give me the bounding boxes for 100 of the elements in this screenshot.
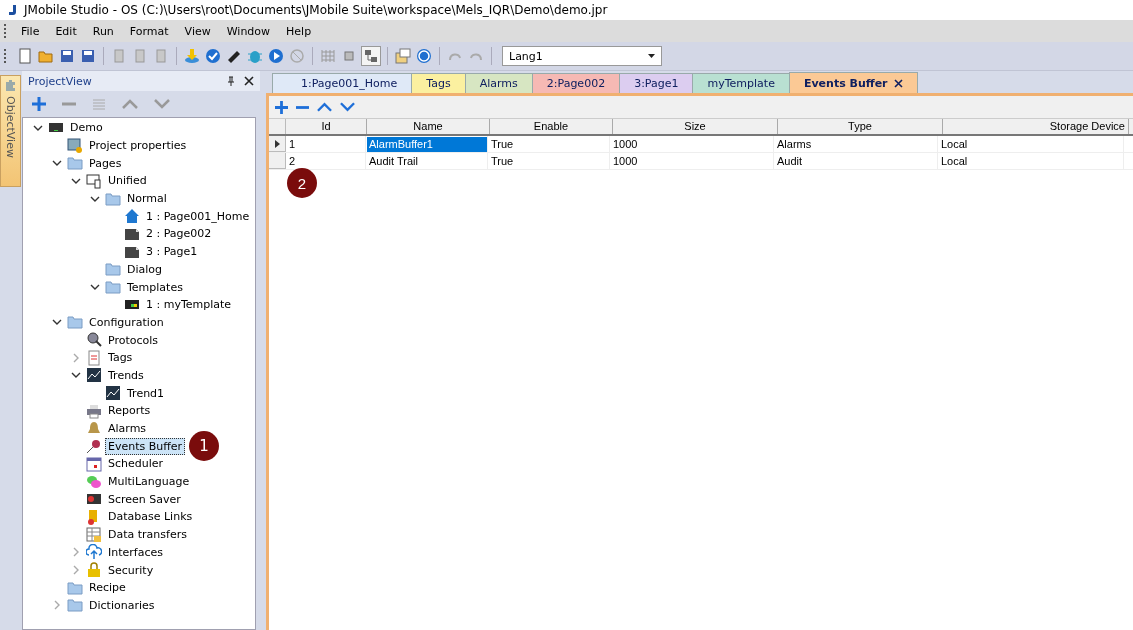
menu-item[interactable]: View — [176, 22, 219, 40]
add-icon[interactable] — [275, 100, 288, 114]
folder-icon — [67, 597, 83, 614]
tree-item[interactable]: Events Buffer — [105, 437, 186, 455]
tree-item[interactable]: Demo — [67, 119, 106, 137]
tree-item[interactable]: Interfaces — [105, 543, 166, 561]
tree-item[interactable]: Alarms — [105, 420, 150, 438]
tree-item[interactable]: Configuration — [86, 313, 167, 331]
tree-item[interactable]: Templates — [124, 278, 186, 296]
tree-item[interactable]: Trend1 — [124, 384, 168, 402]
tree-item[interactable]: 2 : Page002 — [143, 225, 215, 243]
window-title: JMobile Studio - OS (C:)\Users\root\Documents\JMobile Suite\workspace\Mels_IQR\Demo\demo.jpr — [24, 3, 608, 17]
callout-badge: 2 — [287, 168, 317, 198]
tree-item[interactable]: Protocols — [105, 331, 162, 349]
menu-item[interactable]: Help — [278, 22, 320, 40]
tree-item[interactable]: Security — [105, 561, 157, 579]
expand-icon[interactable] — [71, 565, 81, 576]
menu-item[interactable]: File — [13, 22, 48, 40]
table-cell-text: True — [490, 153, 515, 169]
close-icon[interactable] — [893, 78, 903, 88]
tree-item[interactable]: MultiLanguage — [105, 473, 193, 491]
tree-item[interactable]: Dictionaries — [86, 596, 158, 614]
folder-icon — [105, 190, 121, 207]
folder-icon — [105, 261, 121, 278]
move-up-icon[interactable] — [122, 99, 138, 109]
tree-item[interactable]: Pages — [86, 154, 125, 172]
table-cell-text: 1000 — [612, 153, 639, 169]
tree-item[interactable]: Normal — [124, 190, 170, 208]
column-header[interactable]: Size — [613, 119, 778, 134]
check-icon[interactable] — [204, 47, 222, 65]
tree-item[interactable]: 1 : Page001_Home — [143, 207, 253, 225]
editor-tab[interactable]: 3:Page1 — [619, 73, 694, 93]
table-cell-text: 1000 — [612, 136, 639, 152]
side-tab-label: ObjectView — [4, 96, 17, 158]
pin-icon[interactable] — [226, 76, 236, 86]
layout-icon[interactable] — [361, 46, 381, 66]
move-up-icon[interactable] — [317, 102, 332, 112]
printer-icon — [86, 402, 102, 419]
column-header[interactable]: Enable — [490, 119, 613, 134]
download-icon[interactable] — [183, 47, 201, 65]
tree-item[interactable]: Reports — [105, 402, 154, 420]
move-down-icon[interactable] — [340, 102, 355, 112]
calendar-icon — [86, 455, 102, 472]
properties-icon[interactable] — [394, 47, 412, 65]
play-icon[interactable] — [267, 47, 285, 65]
lock-icon — [86, 562, 102, 579]
chart-icon — [86, 367, 102, 384]
editor-tab[interactable]: myTemplate — [692, 73, 790, 93]
column-header[interactable]: Name — [367, 119, 490, 134]
folder-icon — [67, 155, 83, 172]
menu-item[interactable]: Format — [121, 22, 177, 40]
language-dropdown[interactable]: Lang1 — [502, 46, 662, 66]
menu-item[interactable]: Edit — [47, 22, 85, 40]
home-icon — [124, 208, 140, 225]
column-header[interactable]: Type — [778, 119, 943, 134]
move-down-icon[interactable] — [154, 99, 170, 109]
callout-badge: 1 — [189, 431, 219, 462]
editor-tab[interactable]: Tags — [411, 73, 466, 93]
editor-tab[interactable]: Alarms — [464, 73, 533, 93]
table-cell-text: Audit — [776, 153, 804, 169]
menu-item[interactable]: Run — [84, 22, 122, 40]
tree-item[interactable]: Dialog — [124, 260, 166, 278]
tree-item[interactable]: Project properties — [86, 137, 190, 155]
speech-bubble-icon — [86, 473, 102, 490]
column-header[interactable]: Id — [286, 119, 367, 134]
expand-icon[interactable] — [71, 547, 81, 558]
tree-item[interactable]: 1 : myTemplate — [143, 296, 235, 314]
tree-item[interactable]: Data transfers — [105, 526, 190, 544]
side-tab[interactable]: ObjectView — [0, 75, 21, 187]
tree-item[interactable]: Screen Saver — [105, 490, 184, 508]
tree-item[interactable]: Recipe — [86, 579, 129, 597]
current-row-icon — [274, 139, 280, 148]
save-all-icon[interactable] — [79, 47, 97, 65]
save-icon[interactable] — [58, 47, 76, 65]
table-cell-text: 1 — [288, 136, 297, 152]
magnifier-icon — [86, 332, 102, 349]
row-header[interactable] — [269, 136, 286, 152]
add-icon[interactable] — [32, 97, 46, 111]
expand-icon[interactable] — [52, 600, 62, 611]
chart-icon — [105, 385, 121, 402]
tree-item[interactable]: Trends — [105, 366, 147, 384]
puzzle-icon — [3, 78, 18, 92]
column-header[interactable]: Storage Device — [943, 119, 1129, 134]
editor-tab[interactable]: Events Buffer — [788, 72, 918, 93]
editor-tab[interactable]: 2:Page002 — [531, 73, 621, 93]
tree-item[interactable]: Scheduler — [105, 455, 167, 473]
panel-title: ProjectView — [28, 74, 93, 88]
tree-item[interactable]: Database Links — [105, 508, 196, 526]
properties-icon — [67, 137, 83, 154]
tree-item[interactable]: 3 : Page1 — [143, 243, 201, 261]
editor-tab[interactable]: 1:Page001_Home — [272, 73, 413, 93]
table-cell-text: Audit Trail — [368, 153, 419, 169]
dropdown-caret-icon — [648, 54, 655, 58]
expand-icon[interactable] — [71, 352, 81, 363]
tree-item[interactable]: Unified — [105, 172, 150, 190]
close-icon[interactable] — [244, 76, 254, 86]
document-icon — [86, 349, 102, 366]
menu-item[interactable]: Window — [218, 22, 279, 40]
tree-item[interactable]: Tags — [105, 349, 136, 367]
new-file-icon[interactable] — [16, 47, 34, 65]
